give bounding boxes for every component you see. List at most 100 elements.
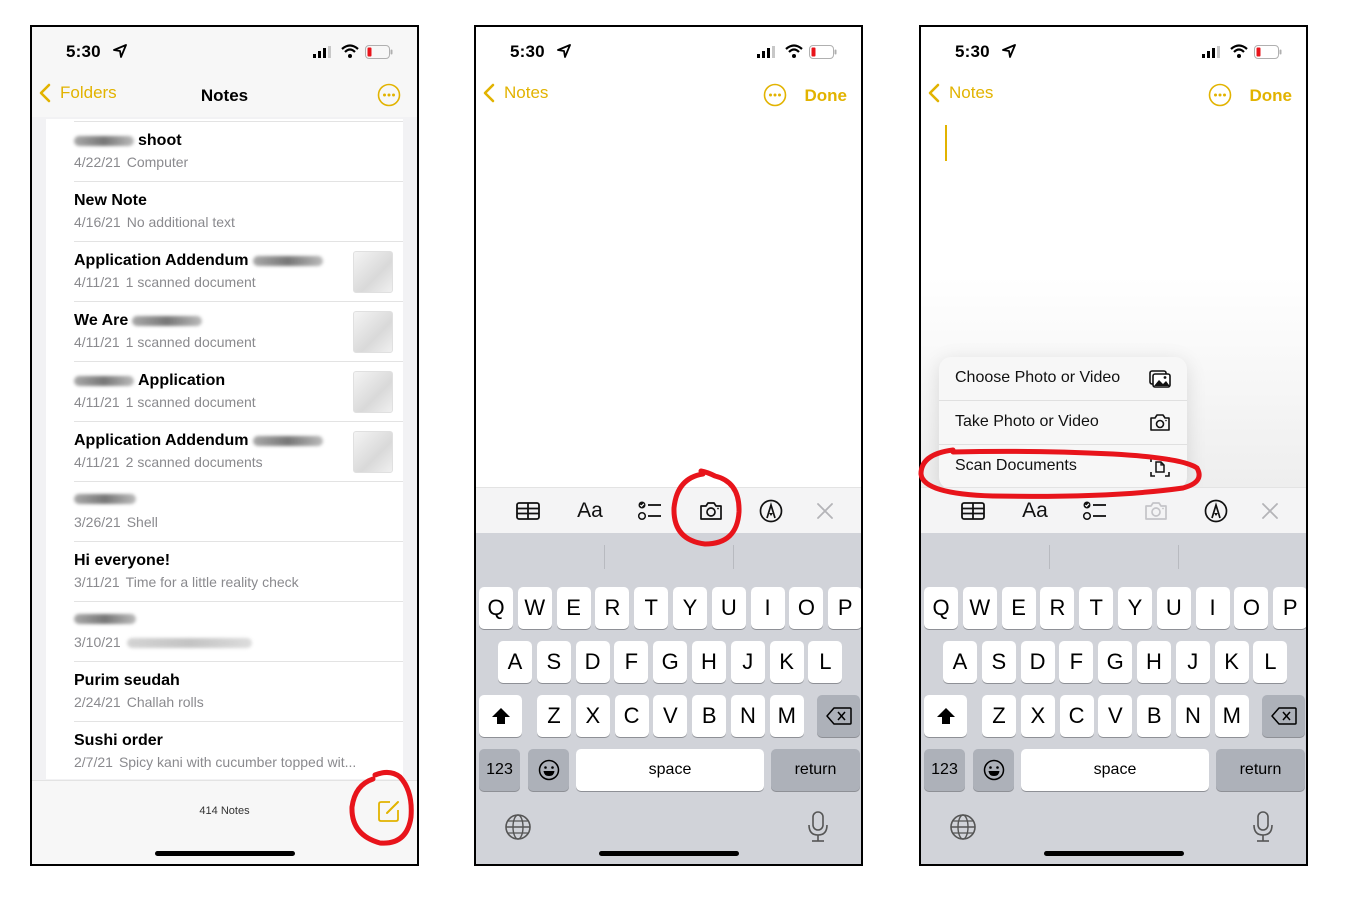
menu-item-scan-documents[interactable]: Scan Documents xyxy=(939,445,1187,489)
key-l[interactable]: L xyxy=(808,641,843,683)
key-u[interactable]: U xyxy=(1156,587,1191,629)
key-g[interactable]: G xyxy=(1098,641,1133,683)
globe-icon[interactable] xyxy=(949,813,977,841)
note-list-item[interactable]: Application 4/11/21 1 scanned document xyxy=(74,362,403,422)
key-m[interactable]: M xyxy=(1214,695,1249,737)
note-list-item[interactable]: Hi everyone! 3/11/21 Time for a little rea… xyxy=(74,542,403,602)
note-list-item[interactable]: Application Addendum 4/11/21 2 scanned doc… xyxy=(74,422,403,482)
key-p[interactable]: P xyxy=(828,587,861,629)
backspace-key[interactable] xyxy=(817,695,860,737)
key-y[interactable]: Y xyxy=(673,587,707,629)
key-p[interactable]: P xyxy=(1273,587,1306,629)
key-g[interactable]: G xyxy=(653,641,688,683)
emoji-key[interactable] xyxy=(973,749,1014,791)
more-options-icon[interactable] xyxy=(377,83,401,107)
markup-button[interactable] xyxy=(757,497,785,525)
table-button[interactable] xyxy=(514,497,542,525)
done-button[interactable]: Done xyxy=(805,86,848,106)
key-x[interactable]: X xyxy=(1020,695,1055,737)
note-list-item[interactable]: Application Addendum 4/11/21 1 scanned doc… xyxy=(74,242,403,302)
key-d[interactable]: D xyxy=(1020,641,1055,683)
note-list-item[interactable]: 3/10/21 xyxy=(74,602,403,662)
key-k[interactable]: K xyxy=(769,641,804,683)
key-t[interactable]: T xyxy=(1079,587,1114,629)
key-d[interactable]: D xyxy=(575,641,610,683)
shift-key[interactable] xyxy=(924,695,967,737)
key-z[interactable]: Z xyxy=(982,695,1016,737)
numbers-key[interactable]: 123 xyxy=(924,749,965,791)
key-n[interactable]: N xyxy=(1176,695,1210,737)
key-q[interactable]: Q xyxy=(924,587,958,629)
key-i[interactable]: I xyxy=(750,587,785,629)
markup-button[interactable] xyxy=(1202,497,1230,525)
note-list-item[interactable]: Purim seudah 2/24/21 Challah rolls xyxy=(74,662,403,722)
return-key[interactable]: return xyxy=(1216,749,1305,791)
key-c[interactable]: C xyxy=(614,695,649,737)
key-a[interactable]: A xyxy=(943,641,977,683)
key-h[interactable]: H xyxy=(692,641,726,683)
text-format-button[interactable]: Aa xyxy=(576,497,604,525)
key-w[interactable]: W xyxy=(962,587,997,629)
text-format-button[interactable]: Aa xyxy=(1021,497,1049,525)
key-x[interactable]: X xyxy=(575,695,610,737)
more-options-icon[interactable] xyxy=(1208,83,1232,107)
key-l[interactable]: L xyxy=(1253,641,1288,683)
close-toolbar-button[interactable] xyxy=(811,497,839,525)
notes-list[interactable]: shoot 4/22/21 Computer New Note 4/16/21 No ad… xyxy=(46,119,403,779)
key-u[interactable]: U xyxy=(711,587,746,629)
done-button[interactable]: Done xyxy=(1250,86,1293,106)
return-key[interactable]: return xyxy=(771,749,860,791)
back-to-notes-button[interactable]: Notes xyxy=(482,83,548,103)
key-c[interactable]: C xyxy=(1059,695,1094,737)
key-b[interactable]: B xyxy=(692,695,727,737)
space-key[interactable]: space xyxy=(1021,749,1209,791)
emoji-key[interactable] xyxy=(528,749,569,791)
compose-note-icon[interactable] xyxy=(377,799,401,823)
menu-item-choose-photo[interactable]: Choose Photo or Video xyxy=(939,357,1187,401)
key-k[interactable]: K xyxy=(1214,641,1249,683)
key-v[interactable]: V xyxy=(653,695,688,737)
space-key[interactable]: space xyxy=(576,749,764,791)
back-to-notes-button[interactable]: Notes xyxy=(927,83,993,103)
key-j[interactable]: J xyxy=(730,641,765,683)
microphone-icon[interactable] xyxy=(1252,811,1274,843)
globe-icon[interactable] xyxy=(504,813,532,841)
checklist-button[interactable] xyxy=(636,497,664,525)
key-h[interactable]: H xyxy=(1137,641,1171,683)
key-e[interactable]: E xyxy=(1001,587,1036,629)
key-m[interactable]: M xyxy=(769,695,804,737)
more-options-icon[interactable] xyxy=(763,83,787,107)
key-a[interactable]: A xyxy=(498,641,532,683)
key-e[interactable]: E xyxy=(556,587,591,629)
numbers-key[interactable]: 123 xyxy=(479,749,520,791)
menu-item-take-photo[interactable]: Take Photo or Video xyxy=(939,401,1187,445)
key-n[interactable]: N xyxy=(731,695,765,737)
camera-button[interactable] xyxy=(697,497,725,525)
key-y[interactable]: Y xyxy=(1118,587,1152,629)
key-f[interactable]: F xyxy=(1059,641,1094,683)
key-q[interactable]: Q xyxy=(479,587,513,629)
table-button[interactable] xyxy=(959,497,987,525)
note-list-item[interactable]: Sushi order 2/7/21 Spicy kani with cucumbe… xyxy=(74,722,403,779)
backspace-key[interactable] xyxy=(1262,695,1305,737)
key-o[interactable]: O xyxy=(789,587,824,629)
key-s[interactable]: S xyxy=(536,641,571,683)
key-b[interactable]: B xyxy=(1137,695,1172,737)
key-r[interactable]: R xyxy=(595,587,630,629)
key-v[interactable]: V xyxy=(1098,695,1133,737)
key-s[interactable]: S xyxy=(981,641,1016,683)
key-w[interactable]: W xyxy=(517,587,552,629)
microphone-icon[interactable] xyxy=(807,811,829,843)
key-r[interactable]: R xyxy=(1040,587,1075,629)
key-o[interactable]: O xyxy=(1234,587,1269,629)
key-z[interactable]: Z xyxy=(537,695,571,737)
key-i[interactable]: I xyxy=(1195,587,1230,629)
close-toolbar-button[interactable] xyxy=(1256,497,1284,525)
note-list-item[interactable]: 3/26/21 Shell xyxy=(74,482,403,542)
note-list-item[interactable]: shoot 4/22/21 Computer xyxy=(74,122,403,182)
note-list-item[interactable]: New Note 4/16/21 No additional text xyxy=(74,182,403,242)
key-f[interactable]: F xyxy=(614,641,649,683)
camera-button[interactable] xyxy=(1142,497,1170,525)
checklist-button[interactable] xyxy=(1081,497,1109,525)
note-list-item[interactable]: We Are 4/11/21 1 scanned document xyxy=(74,302,403,362)
